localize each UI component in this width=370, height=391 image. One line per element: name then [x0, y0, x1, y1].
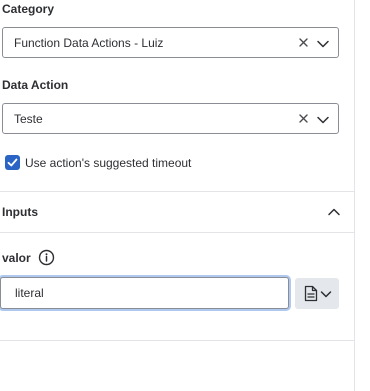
data-action-label: Data Action	[2, 78, 69, 92]
section-divider-inputs	[0, 232, 355, 233]
category-select[interactable]: Function Data Actions - Luiz	[2, 27, 339, 58]
data-action-select-value: Teste	[14, 112, 43, 126]
param-type-dropdown-button[interactable]	[295, 278, 339, 309]
param-valor-label: valor	[2, 251, 31, 265]
category-clear-icon[interactable]	[297, 36, 311, 50]
suggested-timeout-label[interactable]: Use action's suggested timeout	[25, 156, 191, 170]
section-divider-bottom	[0, 340, 355, 341]
category-chevron-down-icon[interactable]	[316, 37, 330, 51]
checkmark-icon	[7, 158, 18, 167]
param-valor-input[interactable]	[0, 277, 289, 309]
document-icon	[304, 285, 318, 302]
chevron-up-icon[interactable]	[327, 205, 341, 219]
suggested-timeout-checkbox[interactable]	[5, 155, 20, 170]
data-action-select[interactable]: Teste	[2, 103, 339, 134]
category-select-value: Function Data Actions - Luiz	[14, 36, 164, 50]
chevron-down-icon	[320, 288, 332, 300]
data-action-chevron-down-icon[interactable]	[316, 113, 330, 127]
data-action-clear-icon[interactable]	[297, 112, 311, 126]
inputs-section-header[interactable]: Inputs	[0, 192, 355, 232]
action-config-panel: Category Function Data Actions - Luiz Da…	[0, 0, 355, 391]
category-label: Category	[2, 2, 55, 16]
inputs-section-title: Inputs	[2, 205, 38, 219]
info-icon[interactable]	[38, 249, 55, 266]
